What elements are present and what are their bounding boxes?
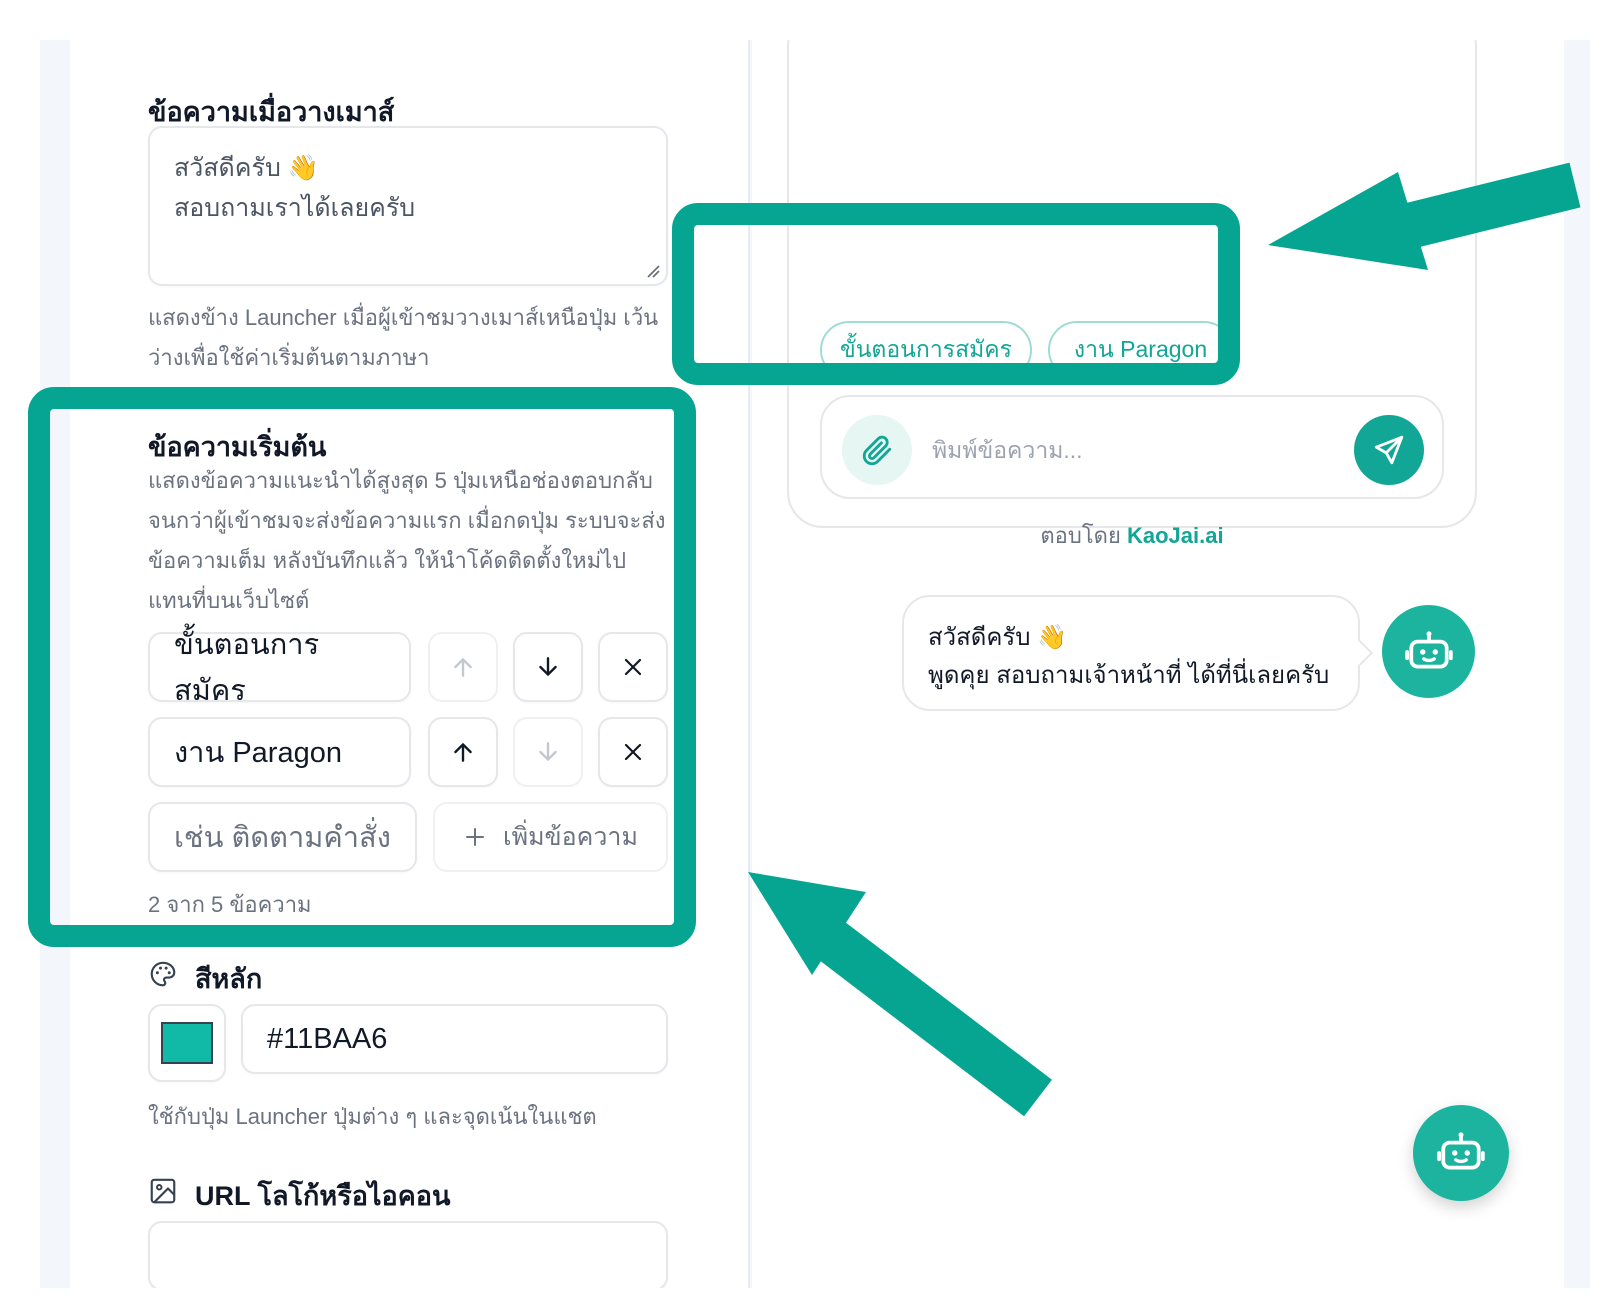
annotation-arrow: [1268, 162, 1581, 270]
annotation-arrow: [748, 872, 1052, 1117]
annotation-arrows: [748, 162, 1581, 1117]
